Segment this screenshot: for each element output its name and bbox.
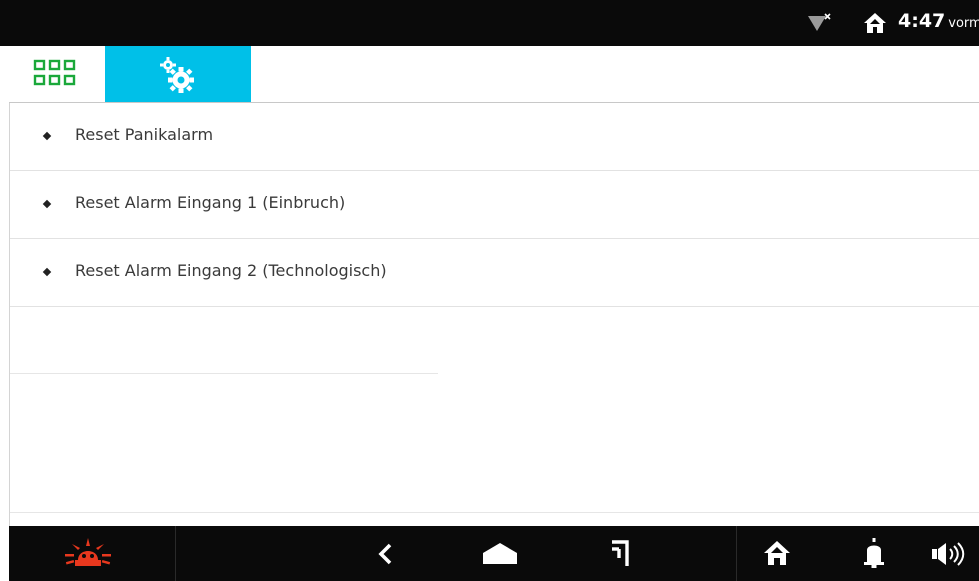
reset-list: Reset Panikalarm Reset Alarm Eingang 1 (…	[9, 103, 979, 526]
bullet-icon	[42, 199, 52, 209]
back-button[interactable]	[361, 526, 411, 581]
menu-item-label: Reset Alarm Eingang 2 (Technologisch)	[75, 261, 387, 280]
menu-item-reset-input-2[interactable]: Reset Alarm Eingang 2 (Technologisch)	[10, 239, 979, 307]
alarm-button[interactable]	[9, 526, 175, 581]
wifi-off-icon	[808, 13, 831, 31]
home-icon	[864, 13, 886, 33]
bell-icon	[864, 538, 884, 568]
recent-apps-button[interactable]	[595, 526, 645, 581]
screen: 4:47 vorm Reset Panikalarm Reset Alarm E…	[0, 0, 979, 581]
menu-item-label: Reset Panikalarm	[75, 125, 214, 144]
home-shape-icon	[483, 543, 517, 564]
app-grid-icon	[33, 59, 76, 86]
divider	[10, 373, 438, 374]
clock: 4:47 vorm	[898, 10, 979, 32]
speaker-icon	[932, 542, 965, 566]
menu-item-reset-panic[interactable]: Reset Panikalarm	[10, 103, 979, 171]
notifications-button[interactable]	[849, 526, 899, 581]
tab-bar	[9, 46, 979, 103]
clock-time: 4:47	[898, 10, 946, 32]
tab-apps[interactable]	[9, 46, 105, 102]
navigation-bar	[9, 526, 979, 581]
gears-icon	[160, 57, 194, 93]
menu-item-label: Reset Alarm Eingang 1 (Einbruch)	[75, 193, 346, 212]
home-nav-button[interactable]	[469, 526, 529, 581]
volume-button[interactable]	[915, 526, 979, 581]
chevron-left-icon	[378, 543, 392, 565]
menu-item-reset-input-1[interactable]: Reset Alarm Eingang 1 (Einbruch)	[10, 171, 979, 239]
bullet-icon	[42, 267, 52, 277]
house-icon	[764, 541, 790, 565]
divider	[10, 512, 979, 513]
house-button[interactable]	[737, 526, 817, 581]
divider	[175, 526, 176, 581]
bullet-icon	[42, 131, 52, 141]
status-bar: 4:47 vorm	[0, 0, 979, 46]
tab-settings[interactable]	[105, 46, 251, 102]
clock-suffix: vorm	[948, 16, 979, 31]
alarm-siren-icon	[65, 538, 111, 566]
recent-apps-icon	[612, 540, 629, 566]
